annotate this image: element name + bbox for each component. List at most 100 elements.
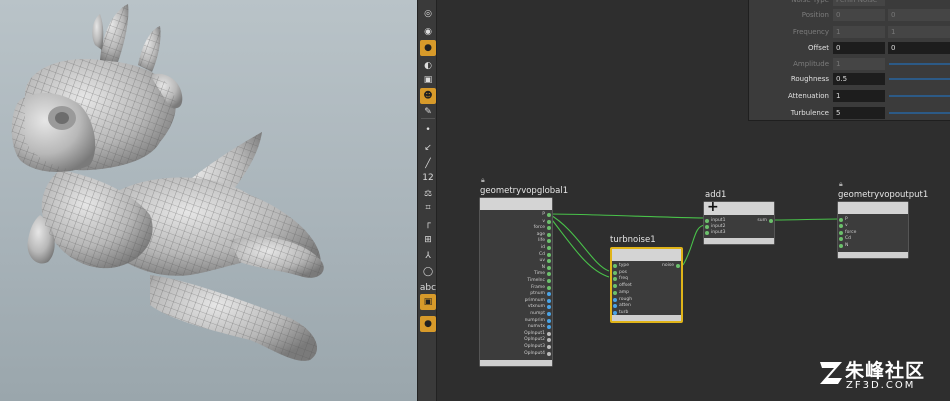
port-connector[interactable] <box>547 338 551 343</box>
global-node-header[interactable] <box>480 198 552 210</box>
port-connector[interactable] <box>705 231 709 236</box>
port-connector[interactable] <box>547 312 551 316</box>
snap-icon[interactable]: ⊞ <box>420 232 436 248</box>
toggle-icon[interactable]: ◎ <box>420 6 436 22</box>
port-connector[interactable] <box>613 297 617 302</box>
port-connector[interactable] <box>547 285 551 290</box>
param-row: Position 0 0 <box>749 8 950 22</box>
param-row: Noise Type Perlin Noise <box>749 0 950 7</box>
port-connector[interactable] <box>547 252 551 257</box>
port-label: v <box>845 223 848 229</box>
output-node[interactable]: Pv force Cd N <box>837 201 909 259</box>
port-connector[interactable] <box>613 304 617 309</box>
port-label: life <box>538 238 545 244</box>
port-connector[interactable] <box>547 325 551 330</box>
port-connector[interactable] <box>547 279 551 283</box>
param-field[interactable]: 0.5 <box>833 73 885 85</box>
measure-icon[interactable]: ↙ <box>420 140 436 156</box>
param-row: Roughness 0.5 <box>749 72 950 86</box>
port-label: Frame <box>530 284 545 290</box>
add-node-header[interactable]: + <box>704 199 774 215</box>
circle-icon[interactable]: ◯ <box>420 264 436 280</box>
brush-icon[interactable]: ⌗ <box>420 200 436 216</box>
port-connector[interactable] <box>839 237 843 242</box>
dot-icon[interactable]: • <box>420 122 436 138</box>
param-field[interactable]: Perlin Noise <box>833 0 885 6</box>
port-connector[interactable] <box>839 218 843 222</box>
port-connector[interactable] <box>547 265 551 270</box>
port-connector[interactable] <box>547 292 551 297</box>
port-connector[interactable] <box>613 290 617 295</box>
param-field[interactable]: 1 <box>833 58 885 70</box>
lock-icon[interactable]: 🔒︎ <box>839 180 843 189</box>
port-label: vtxnum <box>527 304 545 310</box>
number-icon[interactable]: 12 <box>420 170 436 186</box>
render-icon[interactable]: ◉ <box>420 24 436 40</box>
param-slider[interactable] <box>889 63 950 65</box>
skull-icon[interactable]: ☻ <box>420 88 436 104</box>
port-connector[interactable] <box>547 298 551 303</box>
port-connector[interactable] <box>769 219 773 223</box>
port-label: primnum <box>524 297 545 303</box>
port-connector[interactable] <box>839 230 843 235</box>
param-slider[interactable] <box>889 95 950 97</box>
wire-noise-add <box>682 224 706 266</box>
scene-viewport[interactable] <box>0 0 417 401</box>
port-connector[interactable] <box>547 226 551 231</box>
port-connector[interactable] <box>676 264 680 268</box>
port-label: TimeInc <box>527 278 545 283</box>
port-connector[interactable] <box>547 213 551 217</box>
port-connector[interactable] <box>547 305 551 310</box>
global-node-title: geometryvopglobal1 <box>480 186 569 196</box>
port-connector[interactable] <box>547 272 551 277</box>
param-field-2[interactable]: 0 <box>888 9 950 21</box>
port-connector[interactable] <box>547 331 551 336</box>
port-connector[interactable] <box>613 264 617 268</box>
port-connector[interactable] <box>613 277 617 282</box>
camera-icon[interactable]: ● <box>420 40 436 56</box>
param-field[interactable]: 5 <box>833 107 885 119</box>
add-node[interactable]: + input1 input2 input3 sum <box>703 199 775 245</box>
param-field[interactable]: 0 <box>833 9 885 21</box>
port-connector[interactable] <box>613 284 617 289</box>
pin-icon[interactable]: ● <box>420 316 436 332</box>
port-connector[interactable] <box>839 224 843 229</box>
turbnoise-node-header[interactable] <box>612 249 681 261</box>
param-field-2[interactable]: 1 <box>888 26 950 38</box>
param-label: Frequency <box>792 28 829 36</box>
turbnoise-node-title: turbnoise1 <box>610 235 656 245</box>
bracket-icon[interactable]: ┌ <box>420 216 436 232</box>
param-field[interactable]: 1 <box>833 26 885 38</box>
port-connector[interactable] <box>705 225 709 230</box>
lock-icon[interactable]: 🔒︎ <box>481 176 485 185</box>
turbnoise-node[interactable]: type pos freq offset amp rough atten turb noise <box>610 247 683 323</box>
port-connector[interactable] <box>839 243 843 248</box>
port-connector[interactable] <box>547 345 551 349</box>
axis-icon[interactable]: ⅄ <box>420 248 436 264</box>
global-node[interactable]: Pv force age life id Cd uv N Time TimeInc Frame ptn… <box>479 197 553 367</box>
param-slider[interactable] <box>889 78 950 80</box>
param-field[interactable]: 0 <box>833 42 885 54</box>
turbnoise-node-footer <box>612 315 681 321</box>
port-label: P <box>542 212 545 217</box>
output-node-footer <box>838 252 908 258</box>
port-connector[interactable] <box>547 246 551 250</box>
port-label: OpInput1 <box>524 330 545 336</box>
port-connector[interactable] <box>547 318 551 323</box>
param-field-2[interactable]: 0 <box>888 42 950 54</box>
viewport-toolbar: ◎ ◉ ● ◐ ▣ ☻ ✎ • ↙ ╱ 12 ⚖ ⌗ ┌ ⊞ ⅄ ◯ abc ▣… <box>417 0 437 401</box>
port-connector[interactable] <box>547 239 551 244</box>
param-slider[interactable] <box>889 112 950 114</box>
port-label: OpInput2 <box>524 337 545 343</box>
port-connector[interactable] <box>547 219 551 224</box>
port-connector[interactable] <box>547 232 551 237</box>
port-connector[interactable] <box>613 270 617 275</box>
record-icon[interactable]: ▣ <box>420 294 436 310</box>
param-field[interactable]: 1 <box>833 90 885 102</box>
port-connector[interactable] <box>547 351 551 356</box>
port-connector[interactable] <box>705 219 709 223</box>
snapshot-icon[interactable]: ▣ <box>420 72 436 88</box>
port-connector[interactable] <box>547 259 551 264</box>
port-label: numvtx <box>527 324 545 330</box>
output-node-header[interactable] <box>838 202 908 214</box>
